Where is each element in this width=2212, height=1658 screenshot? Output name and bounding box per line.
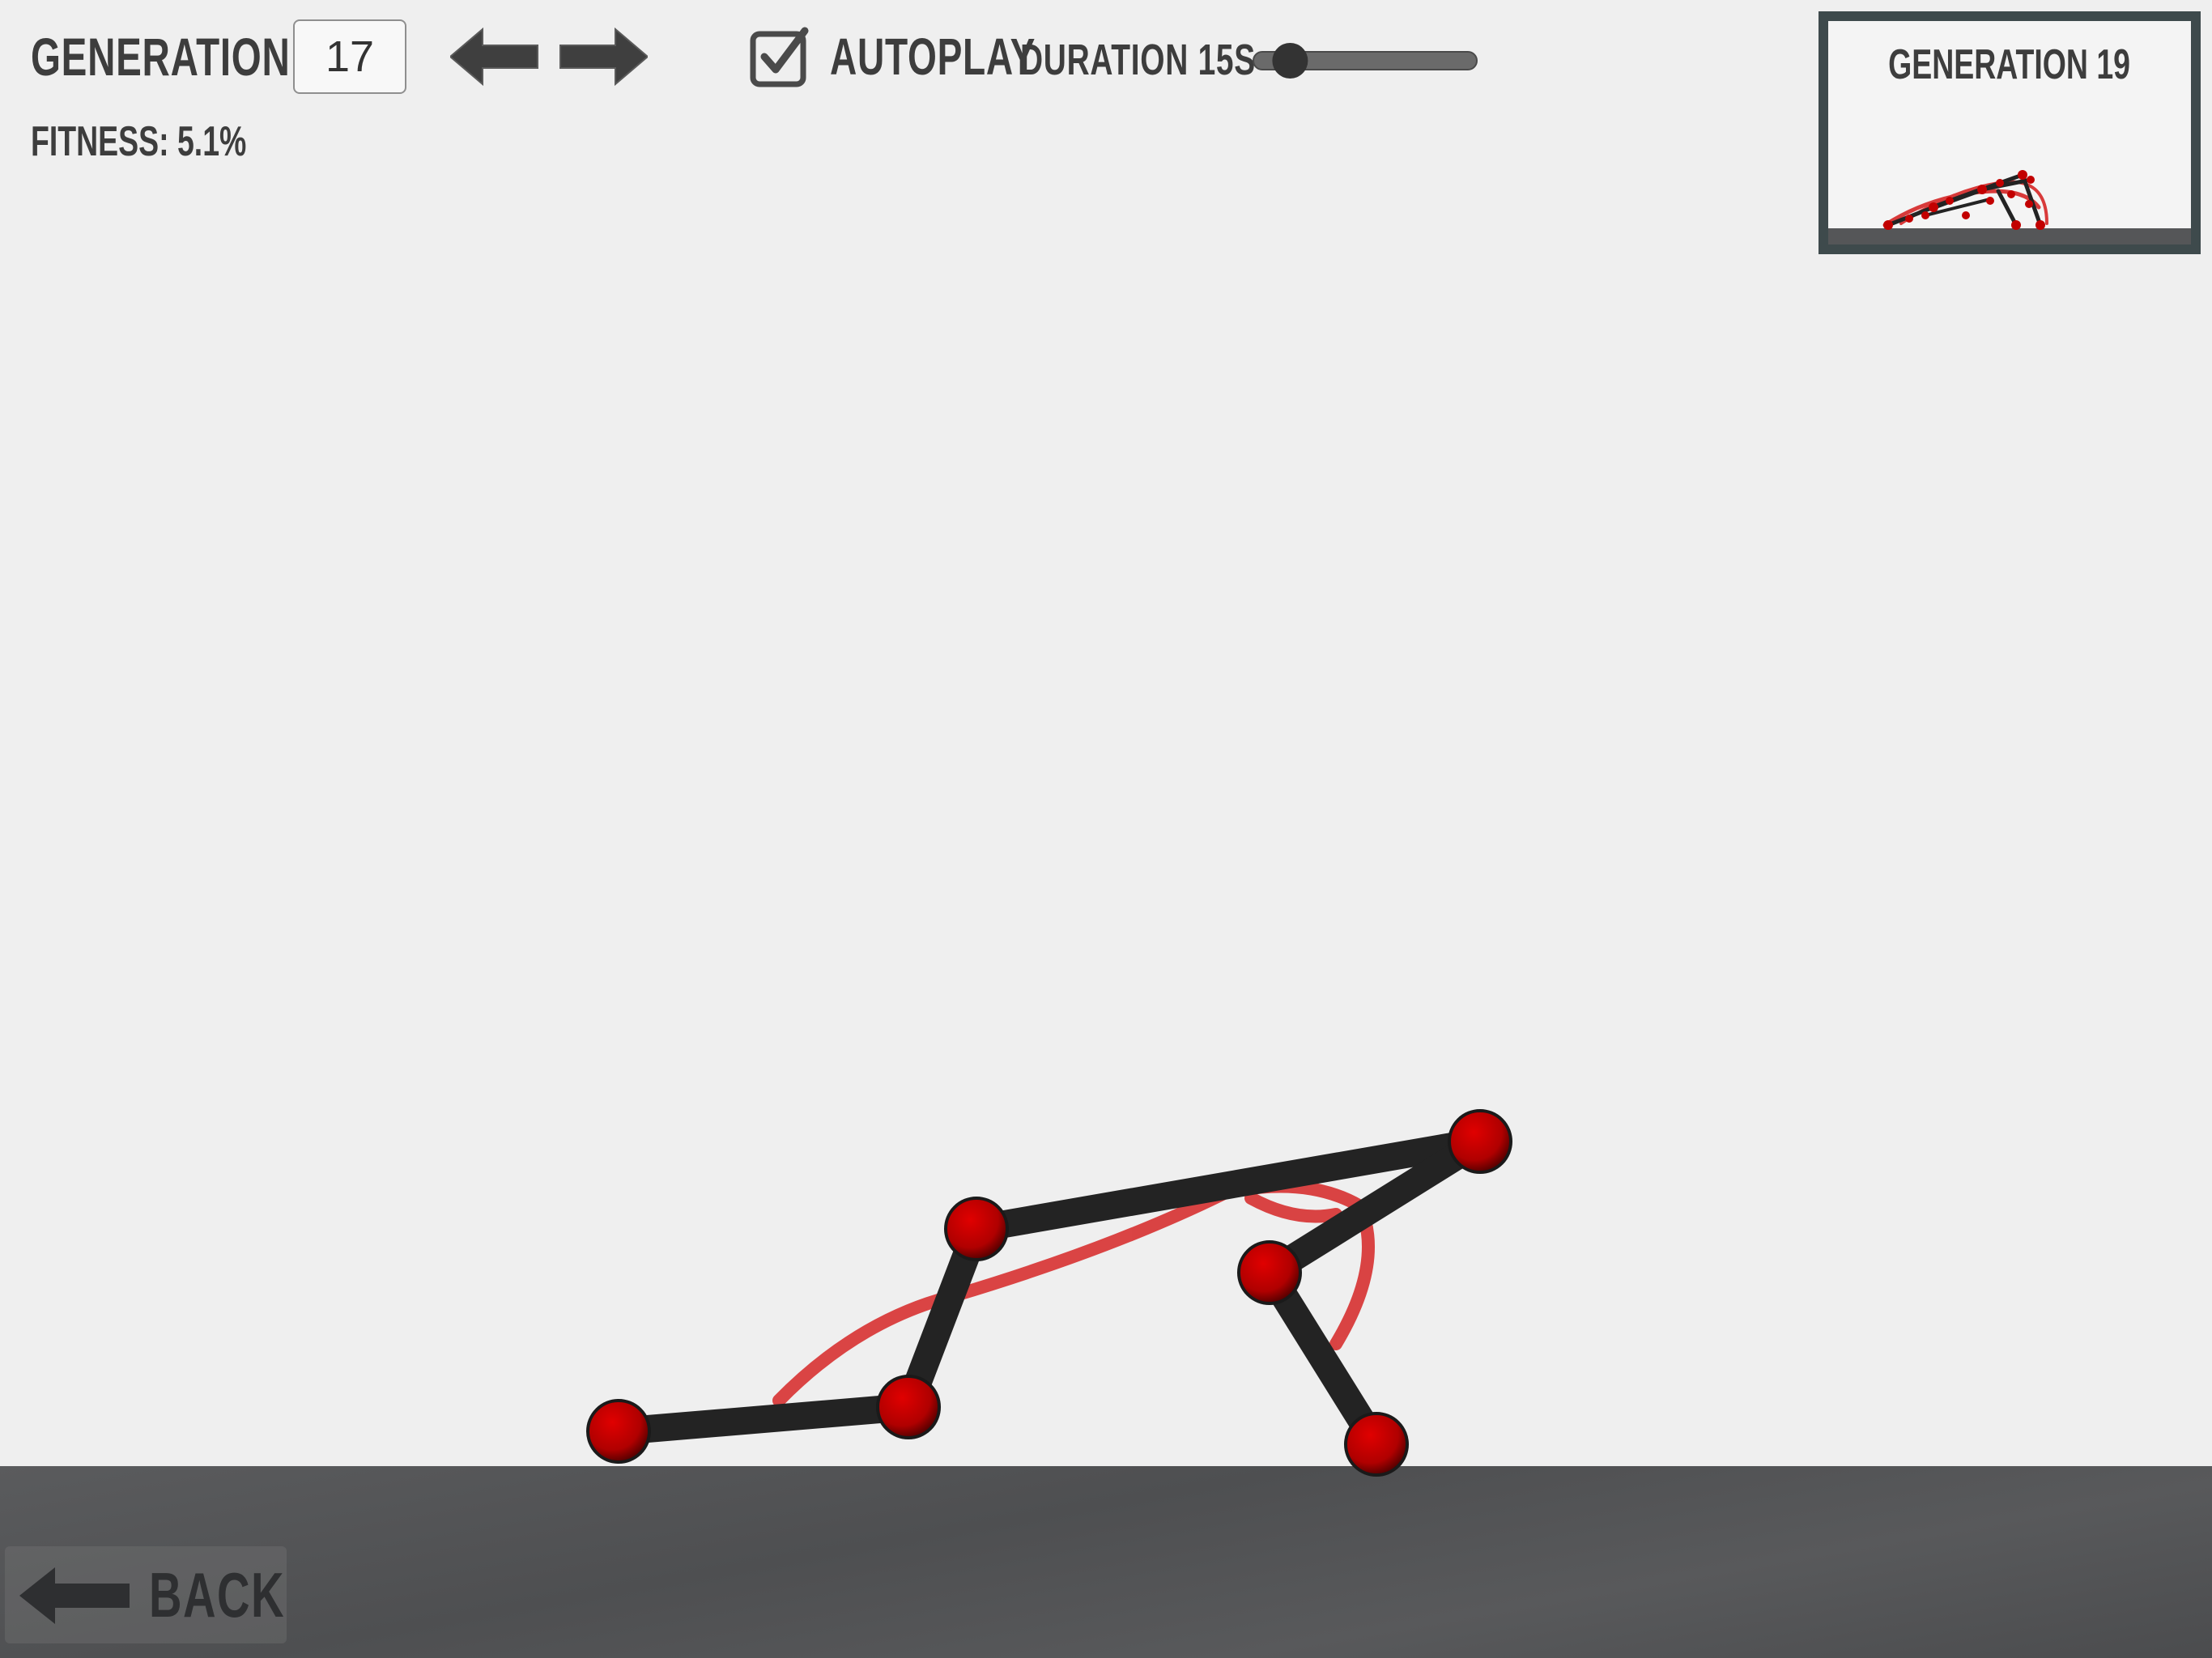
joint: [1448, 1109, 1512, 1174]
bones: [605, 1128, 1494, 1458]
back-label: BACK: [149, 1559, 285, 1630]
creature: [586, 1109, 1512, 1477]
joint: [876, 1375, 941, 1439]
joint: [586, 1399, 651, 1464]
back-button[interactable]: BACK: [5, 1546, 287, 1643]
muscle: [1244, 1192, 1342, 1223]
back-arrow-icon: [19, 1567, 130, 1624]
joint: [944, 1197, 1009, 1261]
joint: [1344, 1412, 1409, 1477]
bone: [605, 1393, 922, 1445]
creature-stage: [586, 1109, 1512, 1477]
joint: [1237, 1240, 1302, 1305]
